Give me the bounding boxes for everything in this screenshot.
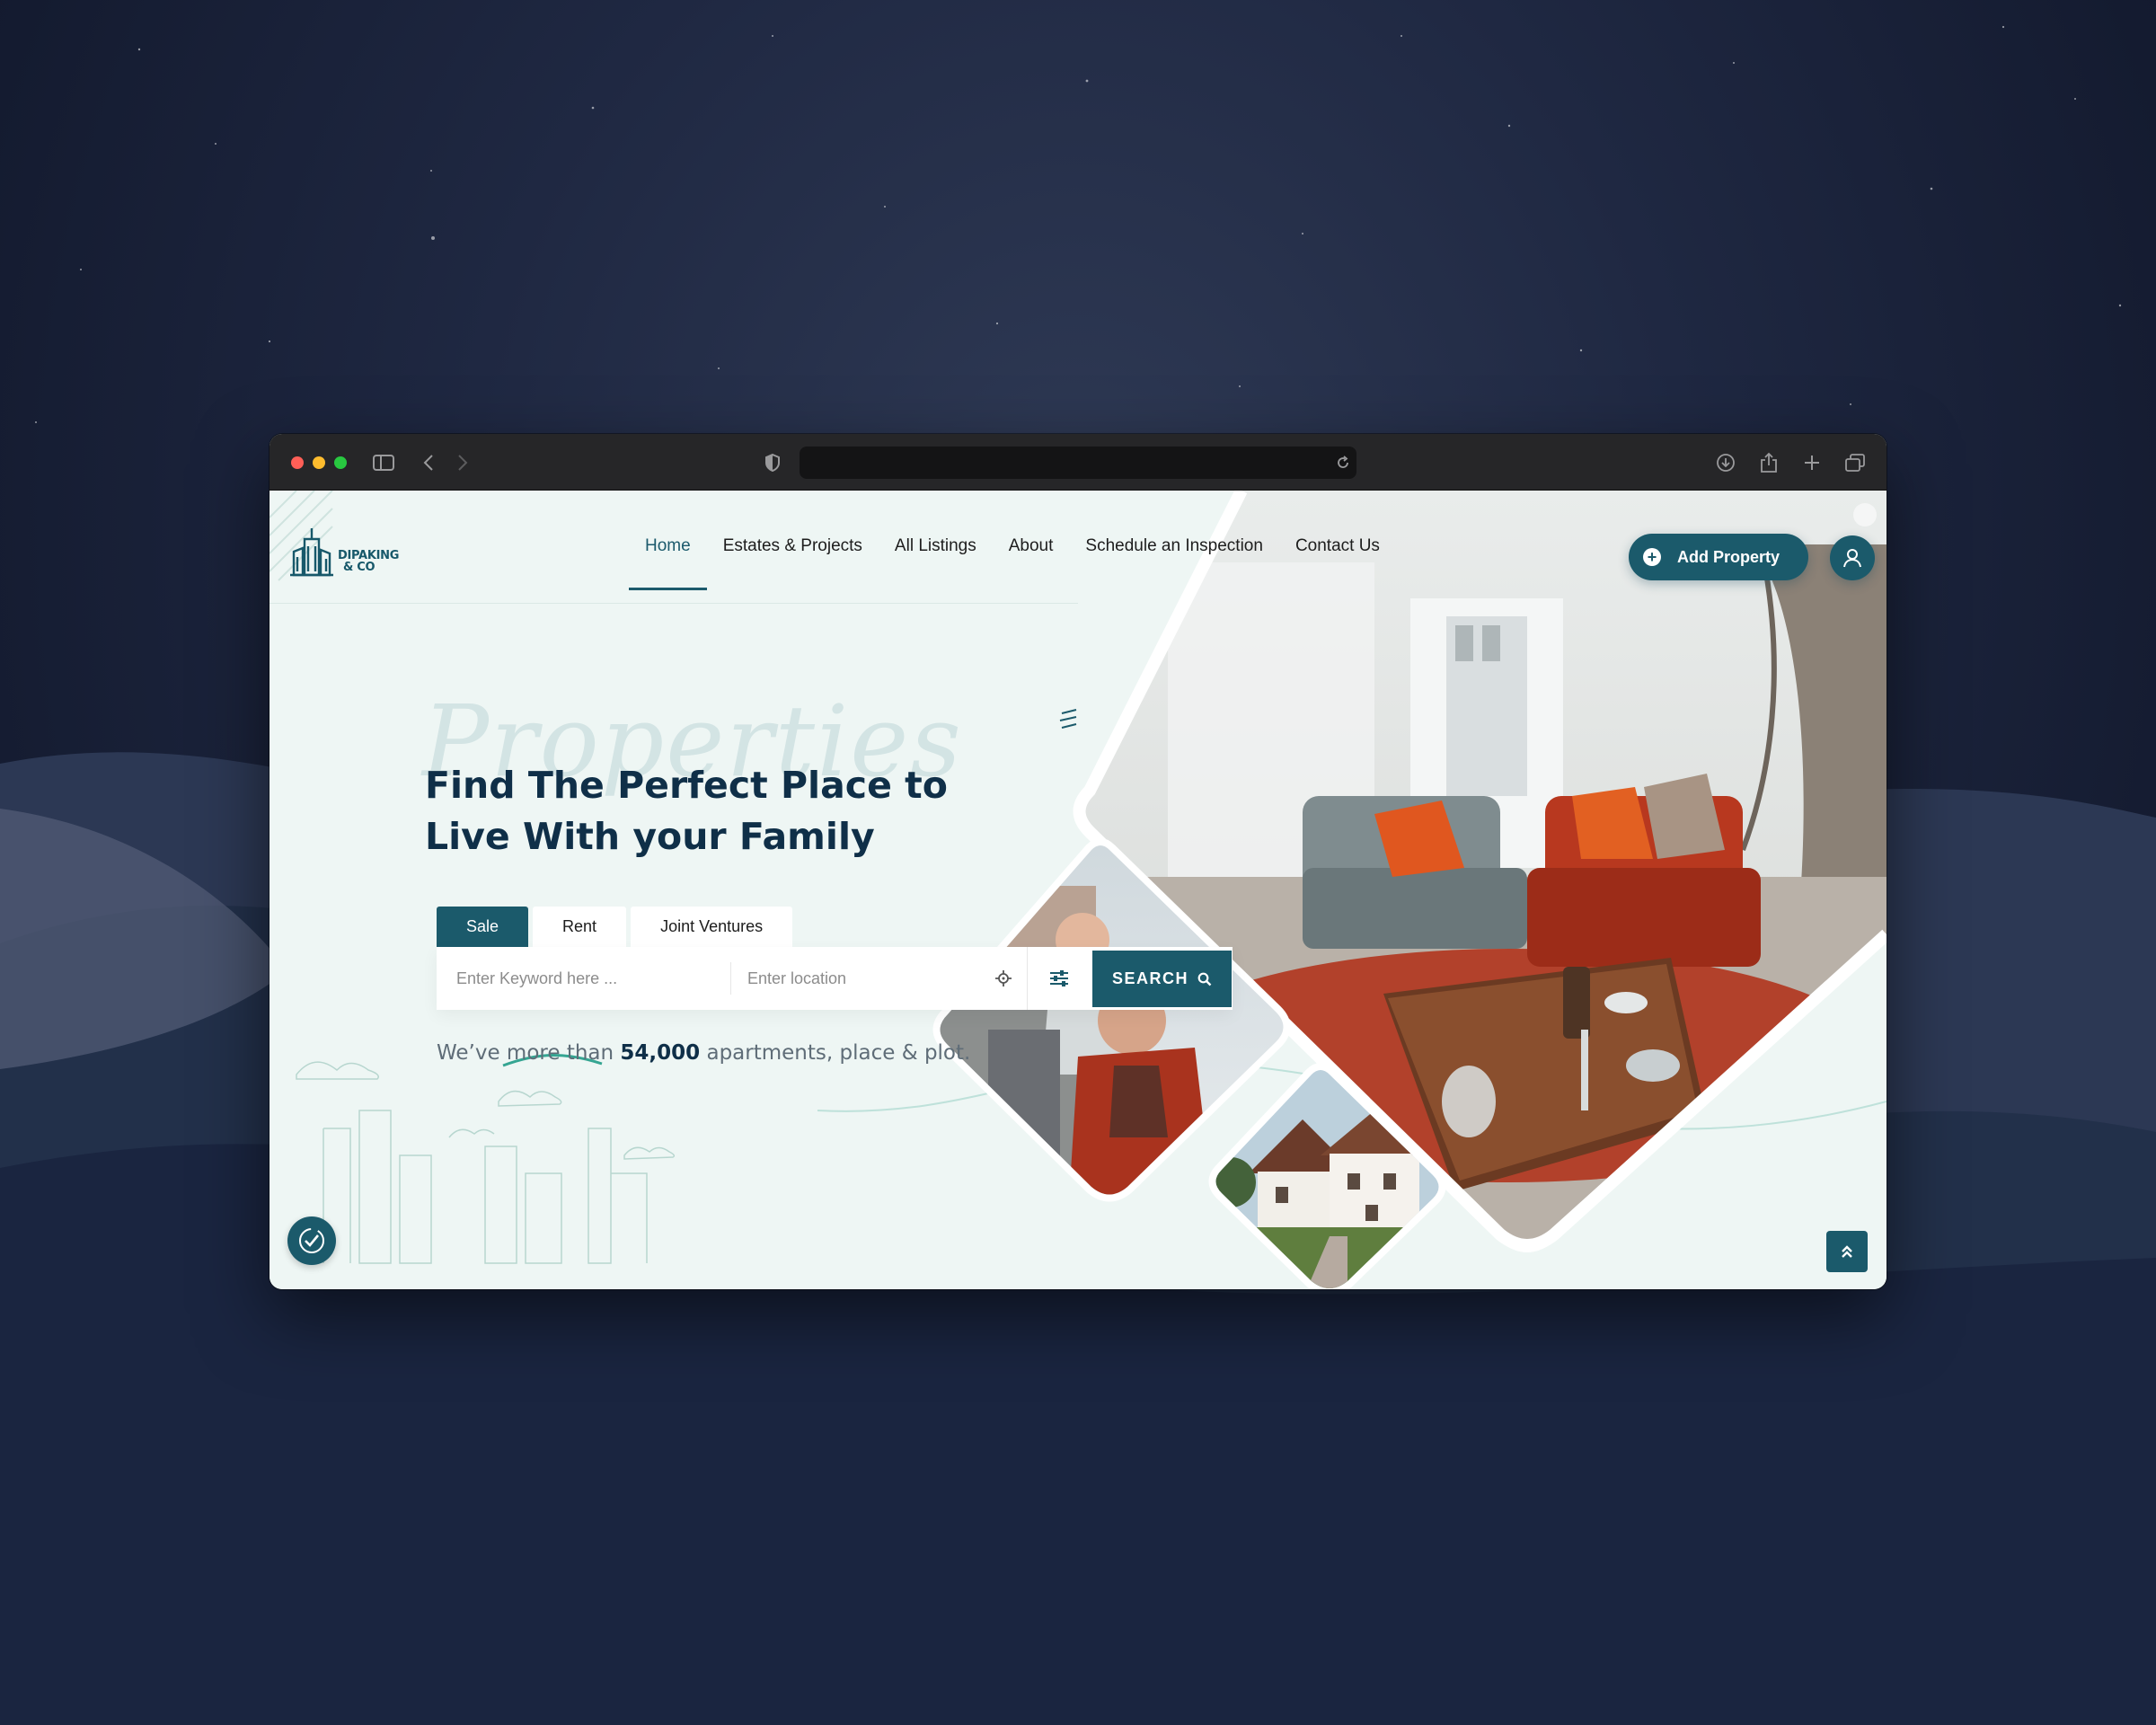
add-property-button[interactable]: + Add Property	[1629, 534, 1808, 580]
listing-stat-text: We’ve more than 54,000 apartments, place…	[437, 1041, 970, 1065]
scroll-to-top-button[interactable]	[1826, 1231, 1868, 1272]
nav-about[interactable]: About	[993, 534, 1070, 570]
tab-joint-ventures[interactable]: Joint Ventures	[631, 907, 793, 947]
location-field	[731, 947, 1028, 1010]
hero-headline: Find The Perfect Place to Live With your…	[425, 760, 982, 862]
hero-illustration	[270, 491, 1886, 1289]
stat-prefix: We’ve more than	[437, 1041, 621, 1065]
user-icon	[1843, 549, 1861, 568]
accessibility-widget-button[interactable]	[287, 1216, 336, 1265]
keyword-input[interactable]	[456, 969, 730, 988]
privacy-shield-icon[interactable]	[759, 449, 786, 476]
location-input[interactable]	[747, 969, 963, 988]
zoom-window-button[interactable]	[334, 456, 347, 469]
address-bar[interactable]	[800, 447, 1356, 479]
brand-logo[interactable]: DIPAKING & CO	[289, 526, 399, 577]
add-property-label: Add Property	[1677, 547, 1780, 566]
sidebar-toggle-icon[interactable]	[370, 449, 397, 476]
nav-schedule-inspection[interactable]: Schedule an Inspection	[1069, 534, 1279, 570]
minimize-window-button[interactable]	[313, 456, 325, 469]
nav-home[interactable]: Home	[629, 534, 707, 590]
main-nav: Home Estates & Projects All Listings Abo…	[629, 534, 1396, 590]
buildings-logo-icon	[290, 528, 333, 577]
filters-button[interactable]	[1028, 947, 1091, 1010]
browser-window: DIPAKING & CO Home Estates & Projects Al…	[270, 434, 1886, 1289]
downloads-icon[interactable]	[1712, 449, 1739, 476]
property-search-bar: SEARCH	[437, 947, 1233, 1010]
brand-name-line2: & CO	[343, 561, 376, 574]
locate-crosshair-icon[interactable]	[994, 969, 1012, 987]
screenshot-tool-icon[interactable]	[1853, 503, 1877, 526]
nav-contact-us[interactable]: Contact Us	[1279, 534, 1396, 570]
tab-rent[interactable]: Rent	[533, 907, 627, 947]
reload-icon[interactable]	[1330, 449, 1356, 476]
listing-type-tabs: Sale Rent Joint Ventures	[437, 907, 793, 947]
double-chevron-up-icon	[1842, 1245, 1852, 1258]
nav-all-listings[interactable]: All Listings	[879, 534, 993, 570]
nav-estates-projects[interactable]: Estates & Projects	[707, 534, 879, 570]
new-tab-icon[interactable]	[1798, 449, 1825, 476]
account-button[interactable]	[1830, 535, 1875, 580]
stat-number: 54,000	[620, 1041, 701, 1065]
header-divider	[270, 603, 1078, 604]
plus-icon: +	[1643, 548, 1661, 566]
checkmark-badge-icon	[299, 1228, 324, 1253]
search-button[interactable]: SEARCH	[1092, 951, 1232, 1007]
forward-icon[interactable]	[449, 449, 476, 476]
search-button-label: SEARCH	[1111, 969, 1188, 987]
headline-line-2: Live With your Family	[425, 815, 875, 858]
sliders-filter-icon	[1050, 970, 1068, 986]
back-icon[interactable]	[415, 449, 442, 476]
browser-toolbar	[270, 434, 1886, 491]
website-page: DIPAKING & CO Home Estates & Projects Al…	[270, 491, 1886, 1289]
close-window-button[interactable]	[291, 456, 304, 469]
stat-suffix: apartments, place & plot.	[700, 1041, 971, 1065]
share-icon[interactable]	[1755, 449, 1782, 476]
search-icon	[1197, 972, 1212, 986]
tab-sale[interactable]: Sale	[437, 907, 529, 947]
headline-line-1: Find The Perfect Place to	[425, 764, 948, 807]
tab-overview-icon[interactable]	[1842, 449, 1869, 476]
keyword-field	[437, 962, 731, 995]
